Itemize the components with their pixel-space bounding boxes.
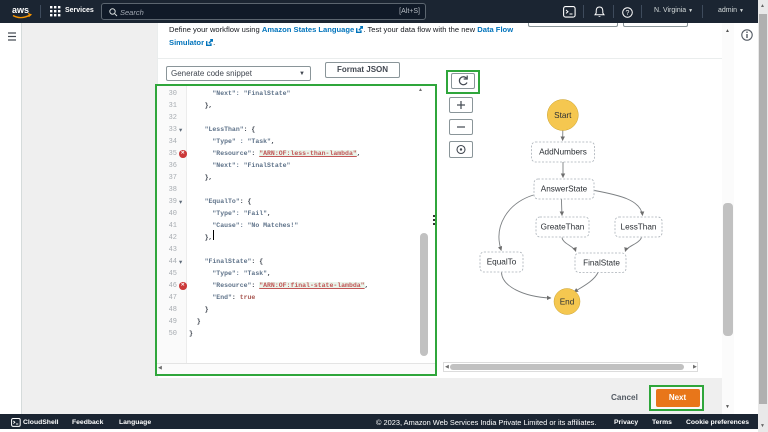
- svg-text:LessThan: LessThan: [621, 223, 657, 232]
- svg-text:aws: aws: [12, 5, 29, 15]
- svg-text:FinalState: FinalState: [583, 259, 620, 268]
- svg-text:Start: Start: [554, 111, 572, 120]
- svg-text:End: End: [560, 298, 575, 307]
- svg-text:GreateThan: GreateThan: [541, 223, 585, 232]
- svg-text:AnswerState: AnswerState: [541, 185, 588, 194]
- svg-text:AddNumbers: AddNumbers: [539, 148, 587, 157]
- svg-text:EqualTo: EqualTo: [487, 258, 517, 267]
- svg-text:?: ?: [626, 10, 630, 17]
